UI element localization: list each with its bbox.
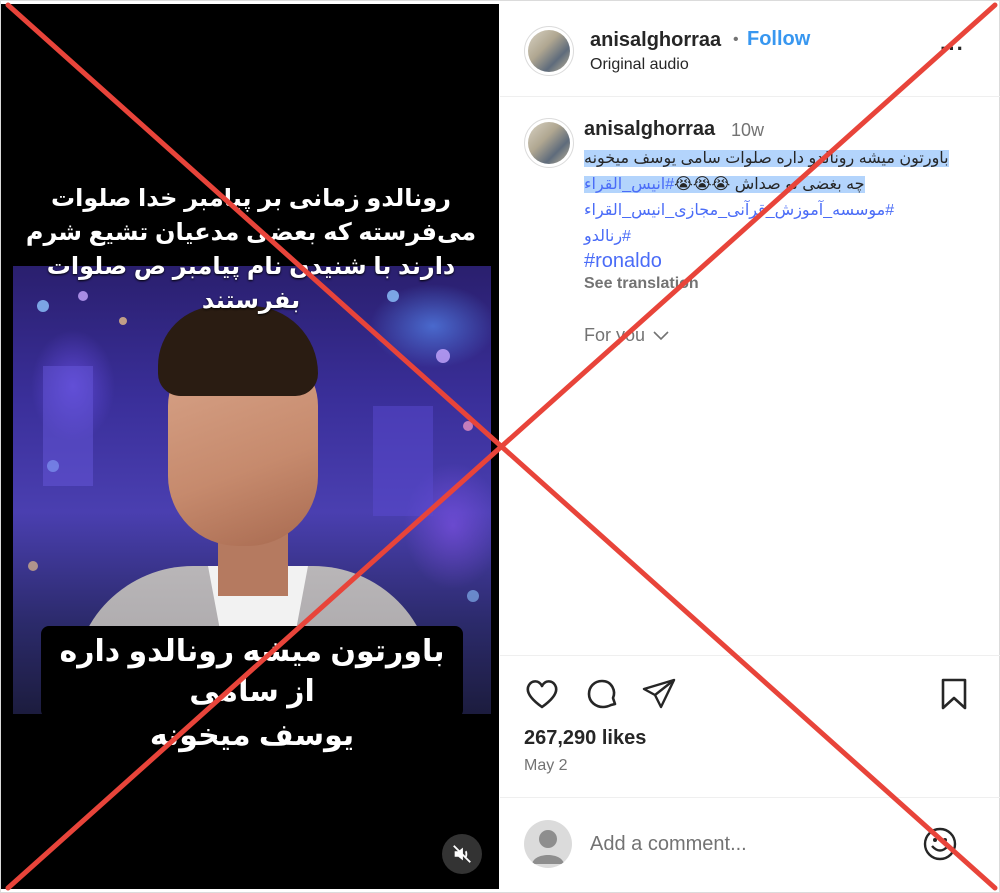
video-overlay-text: رونالدو زمانی بر پیامبر خدا صلوات می‌فرس… <box>25 185 477 314</box>
actions-divider <box>500 655 1000 656</box>
hashtag-anis[interactable]: #انیس_القراء <box>584 176 674 193</box>
caption-avatar-image <box>528 122 570 164</box>
video-caption-line1: باورتون میشه رونالدو داره از سامی <box>41 626 463 718</box>
audio-label[interactable]: Original audio <box>590 56 689 74</box>
video-caption-line2: یوسف میخونه <box>135 718 369 758</box>
hashtag-ronaldo-fa[interactable]: #رنالدو <box>584 228 631 245</box>
emoji-icon[interactable] <box>922 826 958 862</box>
caption-line1: باورتون میشه رونالدو داره صلوات سامی یوس… <box>584 150 949 167</box>
caption-line2-emojis: 😭😭😭 <box>674 176 731 193</box>
more-options-button[interactable]: ··· <box>940 36 965 62</box>
default-avatar-icon <box>532 830 564 864</box>
video-caption: باورتون میشه رونالدو داره از سامی یوسف م… <box>41 626 463 758</box>
comment-divider <box>500 797 1000 798</box>
caption-username[interactable]: anisalghorraa <box>584 118 715 141</box>
header-username[interactable]: anisalghorraa <box>590 29 721 52</box>
likes-count[interactable]: 267,290 likes <box>524 727 646 750</box>
user-avatar <box>524 820 572 868</box>
bookmark-icon[interactable] <box>936 676 972 712</box>
header-separator: • <box>733 31 739 48</box>
comment-input[interactable] <box>590 828 910 860</box>
share-icon[interactable] <box>641 676 677 712</box>
for-you-dropdown[interactable]: For you <box>584 325 669 346</box>
caption-line2-text: چه بغضی تو صداش <box>734 176 865 193</box>
comment-icon[interactable] <box>584 676 620 712</box>
hashtag-ronaldo[interactable]: #ronaldo <box>584 250 662 273</box>
chevron-down-icon <box>653 330 669 340</box>
mute-button[interactable] <box>442 834 482 874</box>
caption-avatar[interactable] <box>524 118 574 168</box>
post-header: anisalghorraa • Follow Original audio ··… <box>500 0 1000 97</box>
for-you-label: For you <box>584 325 646 345</box>
avatar[interactable] <box>524 26 574 76</box>
muted-speaker-icon <box>453 845 471 863</box>
follow-button[interactable]: Follow <box>747 28 810 51</box>
post-date: May 2 <box>524 757 568 774</box>
hashtag-institute[interactable]: #موسسه_آموزش_قرآنی_مجازی_انیس_القراء <box>584 202 894 219</box>
see-translation-link[interactable]: See translation <box>584 275 699 293</box>
caption-text: باورتون میشه رونالدو داره صلوات سامی یوس… <box>584 146 984 250</box>
post-panel: anisalghorraa • Follow Original audio ··… <box>500 0 1000 893</box>
heart-icon[interactable] <box>524 676 560 712</box>
avatar-image <box>528 30 570 72</box>
video-player[interactable]: رونالدو زمانی بر پیامبر خدا صلوات می‌فرس… <box>1 4 499 889</box>
caption-time: 10w <box>731 120 765 140</box>
